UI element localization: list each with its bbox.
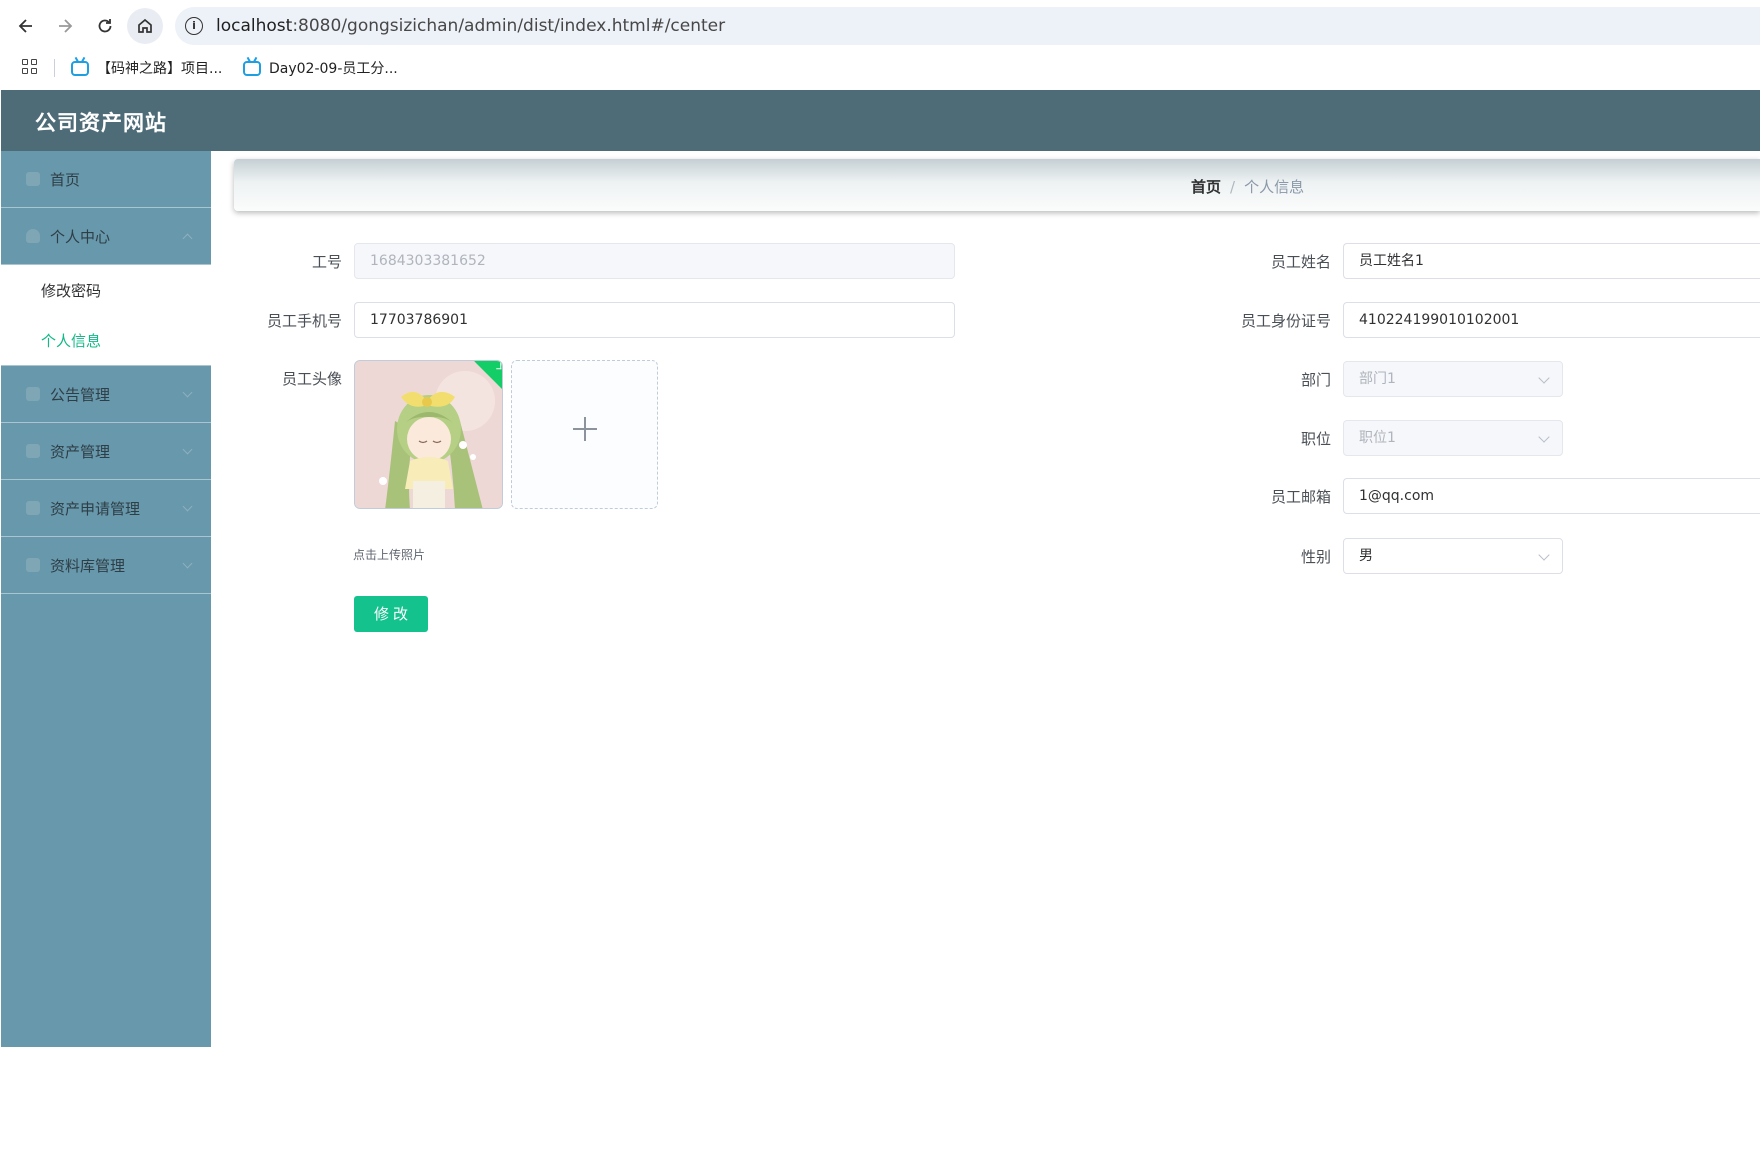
bookmark-divider — [54, 59, 55, 77]
home-icon — [26, 172, 40, 186]
url-text: localhost:8080/gongsizichan/admin/dist/i… — [216, 16, 725, 36]
sidebar-item-label: 公告管理 — [50, 385, 111, 404]
phone-label: 员工手机号 — [266, 312, 342, 330]
sidebar-item-notice[interactable]: 公告管理 — [1, 366, 211, 423]
apply-icon — [26, 501, 40, 515]
department-select[interactable]: 部门1 — [1343, 361, 1563, 397]
submit-button[interactable]: 修改 — [354, 596, 428, 632]
forward-button[interactable] — [47, 8, 83, 44]
app-header: 公司资产网站 — [1, 90, 1760, 151]
name-field[interactable]: 员工姓名1 — [1343, 243, 1760, 279]
email-field[interactable]: 1@qq.com — [1343, 478, 1760, 514]
sidebar-item-label: 资产申请管理 — [50, 499, 141, 518]
avatar-label: 员工头像 — [281, 370, 342, 388]
bilibili-icon — [71, 60, 89, 76]
gender-select[interactable]: 男 — [1343, 538, 1563, 574]
chevron-down-icon — [1538, 431, 1550, 443]
back-button[interactable] — [8, 8, 44, 44]
department-label: 部门 — [1300, 371, 1331, 389]
arrow-left-icon — [18, 19, 32, 33]
chevron-down-icon — [1538, 549, 1550, 561]
chevron-down-icon — [182, 444, 193, 455]
breadcrumb-bar: 首页 / 个人信息 — [234, 159, 1760, 211]
sidebar-item-label: 资料库管理 — [50, 556, 126, 575]
url-path: :8080/gongsizichan/admin/dist/index.html… — [292, 16, 726, 36]
breadcrumb-current: 个人信息 — [1244, 178, 1305, 196]
bookmark-item[interactable]: 【码神之路】项目... — [71, 56, 222, 80]
gender-label: 性别 — [1300, 548, 1331, 566]
asset-icon — [26, 444, 40, 458]
department-value: 部门1 — [1359, 371, 1396, 387]
avatar-upload-button[interactable] — [511, 360, 658, 509]
arrow-right-icon — [59, 19, 73, 33]
breadcrumb-home[interactable]: 首页 — [1191, 176, 1221, 197]
avatar-illustration — [355, 361, 502, 508]
submenu-personal-center: 修改密码 个人信息 — [1, 265, 211, 366]
sidebar-item-home[interactable]: 首页 — [1, 151, 211, 208]
position-select[interactable]: 职位1 — [1343, 420, 1563, 456]
sidebar-item-asset-apply[interactable]: 资产申请管理 — [1, 480, 211, 537]
chevron-up-icon — [182, 233, 193, 244]
reload-icon — [98, 19, 112, 33]
site-title: 公司资产网站 — [35, 111, 167, 135]
bookmark-label: 【码神之路】项目... — [97, 61, 223, 77]
sidebar-item-personal-center[interactable]: 个人中心 — [1, 208, 211, 265]
bookmark-label: Day02-09-员工分... — [269, 61, 398, 77]
notice-icon — [26, 387, 40, 401]
check-icon — [496, 361, 502, 370]
sidebar-item-library[interactable]: 资料库管理 — [1, 537, 211, 594]
sidebar-item-label: 首页 — [50, 170, 81, 189]
home-button[interactable] — [127, 8, 163, 44]
email-label: 员工邮箱 — [1270, 488, 1331, 506]
phone-field[interactable]: 17703786901 — [354, 302, 955, 338]
browser-toolbar: i localhost:8080/gongsizichan/admin/dist… — [0, 0, 1760, 90]
breadcrumb-separator: / — [1230, 177, 1236, 196]
job-no-field[interactable]: 1684303381652 — [354, 243, 955, 279]
sidebar: 首页 个人中心 修改密码 个人信息 公告管理 资产管理 资产申请管理 资料库管理 — [1, 151, 211, 1047]
breadcrumb: 首页 / 个人信息 — [1191, 176, 1304, 197]
sidebar-item-asset[interactable]: 资产管理 — [1, 423, 211, 480]
info-icon[interactable]: i — [185, 17, 203, 35]
job-no-label: 工号 — [311, 253, 342, 271]
sidebar-item-change-password[interactable]: 修改密码 — [1, 265, 211, 315]
address-bar[interactable]: i localhost:8080/gongsizichan/admin/dist… — [175, 7, 1760, 45]
user-icon — [26, 229, 40, 243]
library-icon — [26, 558, 40, 572]
bookmark-item[interactable]: Day02-09-员工分... — [243, 56, 398, 80]
home-icon — [138, 18, 152, 33]
upload-tip: 点击上传照片 — [353, 548, 426, 562]
name-label: 员工姓名 — [1270, 253, 1331, 271]
bookmarks-bar: 【码神之路】项目... Day02-09-员工分... — [0, 52, 1760, 86]
plus-icon — [584, 417, 586, 441]
position-label: 职位 — [1300, 430, 1331, 448]
sidebar-item-label: 个人中心 — [50, 227, 111, 246]
chevron-down-icon — [182, 558, 193, 569]
chevron-down-icon — [182, 501, 193, 512]
sidebar-item-personal-info[interactable]: 个人信息 — [1, 315, 211, 365]
chevron-down-icon — [182, 387, 193, 398]
id-card-field[interactable]: 410224199010102001 — [1343, 302, 1760, 338]
chevron-down-icon — [1538, 372, 1550, 384]
url-host: localhost — [216, 16, 293, 36]
gender-value: 男 — [1359, 548, 1373, 564]
id-card-label: 员工身份证号 — [1240, 312, 1331, 330]
bilibili-icon — [243, 60, 261, 76]
apps-grid-icon[interactable] — [22, 59, 38, 75]
sidebar-item-label: 资产管理 — [50, 442, 111, 461]
avatar-image[interactable] — [354, 360, 503, 509]
position-value: 职位1 — [1359, 430, 1396, 446]
reload-button[interactable] — [87, 8, 123, 44]
